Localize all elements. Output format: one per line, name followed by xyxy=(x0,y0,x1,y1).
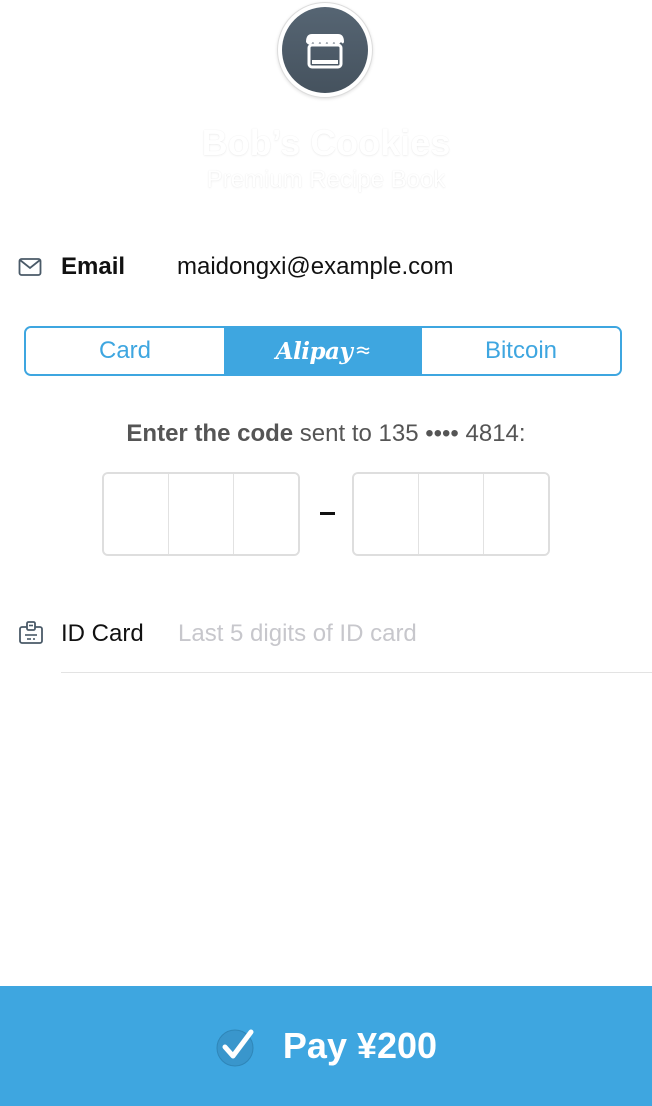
code-separator xyxy=(320,512,335,515)
code-digit-1[interactable] xyxy=(104,474,169,554)
email-row: Email maidongxi@example.com xyxy=(0,240,652,296)
email-label: Email xyxy=(61,253,126,280)
tab-card[interactable]: Card xyxy=(26,328,224,374)
alipay-wave-icon xyxy=(356,346,370,355)
tab-bitcoin-label: Bitcoin xyxy=(484,337,558,364)
email-value[interactable]: maidongxi@example.com xyxy=(177,253,453,281)
merchant-logo xyxy=(277,2,373,98)
code-group-2 xyxy=(352,472,550,556)
code-digit-5[interactable] xyxy=(419,474,484,554)
id-card-divider xyxy=(61,672,652,673)
tab-bitcoin[interactable]: Bitcoin xyxy=(422,328,620,374)
tab-card-label: Card xyxy=(98,337,152,364)
code-digit-3[interactable] xyxy=(234,474,298,554)
storefront-icon xyxy=(306,34,344,69)
checkmark-icon xyxy=(216,1029,254,1067)
envelope-icon xyxy=(18,258,42,276)
id-card-row: ID Card xyxy=(0,606,652,672)
payment-method-tabs: Card Alipay Bitcoin xyxy=(24,326,622,376)
code-prompt: Enter the code sent to 135 •••• 4814: xyxy=(0,420,652,448)
pay-button-label: Pay ¥200 xyxy=(282,1025,438,1066)
code-digit-4[interactable] xyxy=(354,474,419,554)
code-digit-6[interactable] xyxy=(484,474,548,554)
code-digit-2[interactable] xyxy=(169,474,234,554)
tab-alipay[interactable]: Alipay xyxy=(224,328,422,374)
merchant-name: Bob’s Cookies xyxy=(201,122,451,163)
tab-alipay-label: Alipay xyxy=(275,337,353,365)
id-card-label: ID Card xyxy=(61,620,144,647)
merchant-logo-badge xyxy=(282,7,368,93)
id-badge-icon xyxy=(19,621,43,644)
merchant-description: Premium Recipe Book xyxy=(206,166,446,193)
pay-button[interactable]: Pay ¥200 xyxy=(0,986,652,1106)
code-prompt-bold: Enter the code xyxy=(126,420,294,447)
id-card-input[interactable] xyxy=(178,614,638,654)
code-prompt-rest: sent to 135 •••• 4814: xyxy=(293,420,526,447)
code-group-1 xyxy=(102,472,300,556)
